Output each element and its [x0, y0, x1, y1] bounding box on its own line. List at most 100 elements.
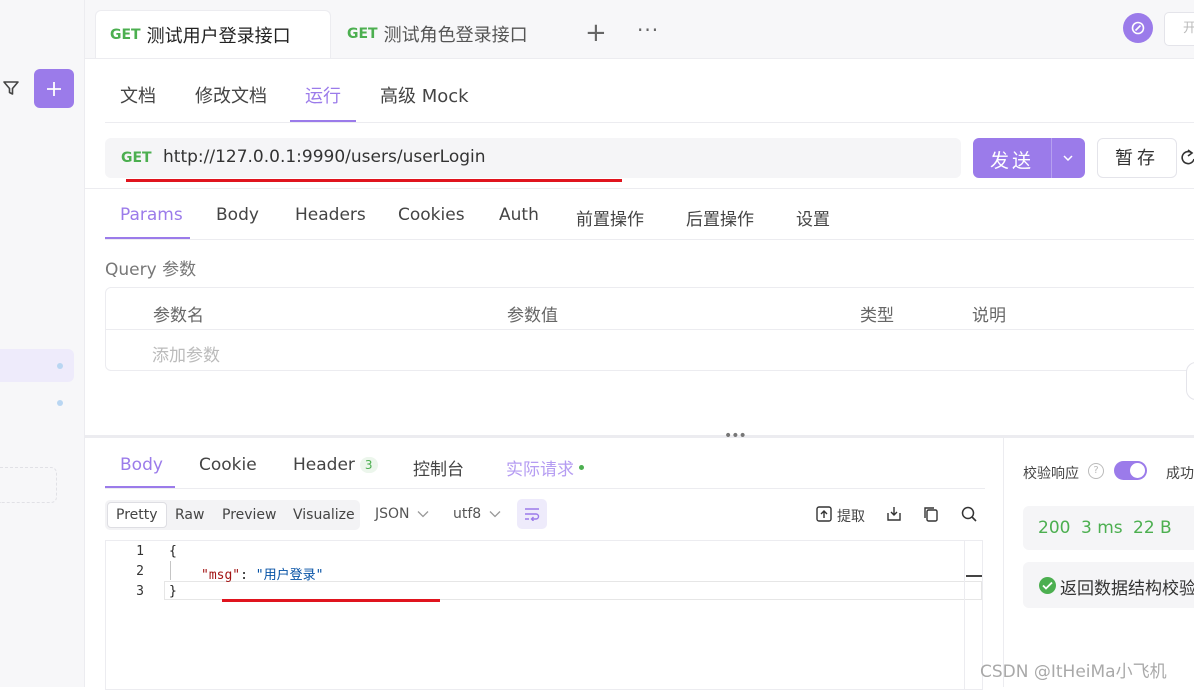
- header-count-badge: 3: [359, 457, 378, 473]
- tab-console[interactable]: 控制台: [413, 455, 464, 480]
- tab-settings[interactable]: 设置: [796, 205, 830, 230]
- response-time: 3 ms: [1081, 518, 1123, 538]
- tab-label: 实际请求: [506, 460, 574, 480]
- divider: [105, 239, 1194, 240]
- help-icon[interactable]: ?: [1088, 463, 1104, 479]
- tab-label: Cookie: [199, 455, 257, 475]
- divider: [105, 488, 985, 489]
- response-stats: 200 3 ms 22 B: [1023, 506, 1194, 550]
- json-value: "用户登录": [255, 568, 324, 583]
- search-icon[interactable]: [960, 505, 980, 525]
- line-number: 1: [136, 544, 144, 559]
- format-value: JSON: [375, 506, 410, 522]
- success-label: 成功: [1166, 466, 1194, 482]
- tab-edit-doc[interactable]: 修改文档: [195, 82, 267, 108]
- column-header: 类型: [860, 306, 894, 326]
- current-line-highlight: [164, 581, 982, 600]
- tab-auth[interactable]: Auth: [499, 205, 539, 225]
- tab-label: Header: [293, 455, 355, 475]
- url-bar[interactable]: GET http://127.0.0.1:9990/users/userLogi…: [105, 138, 961, 178]
- divider: [85, 188, 1194, 189]
- tab-params[interactable]: Params: [120, 205, 183, 225]
- check-circle-icon: [1039, 577, 1056, 594]
- tab-doc[interactable]: 文档: [120, 82, 156, 108]
- encoding-select[interactable]: utf8: [453, 506, 501, 522]
- column-header: 参数名: [153, 306, 204, 326]
- new-tab-button[interactable]: +: [585, 18, 607, 48]
- view-visualize-button[interactable]: Visualize: [285, 503, 363, 527]
- params-table: 参数名 参数值 类型 说明 添加参数: [105, 287, 1194, 371]
- copy-icon[interactable]: [922, 505, 942, 525]
- line-number: 2: [136, 564, 144, 579]
- code-line: {: [169, 544, 177, 559]
- tab-run[interactable]: 运行: [305, 82, 341, 108]
- tab-response-body[interactable]: Body: [120, 455, 163, 475]
- save-button[interactable]: 暂存: [1097, 138, 1177, 178]
- tab-label: Body: [120, 455, 163, 475]
- status-dot: [57, 400, 63, 406]
- tab-user-login[interactable]: GET 测试用户登录接口: [95, 10, 331, 58]
- format-select[interactable]: JSON: [375, 506, 429, 522]
- annotation-underline: [126, 179, 622, 182]
- side-panel-handle[interactable]: [1186, 362, 1194, 400]
- filter-icon[interactable]: [0, 70, 22, 106]
- tab-post-processors[interactable]: 后置操作: [686, 205, 754, 230]
- json-colon: :: [240, 568, 256, 583]
- view-pretty-button[interactable]: Pretty: [107, 502, 167, 528]
- tab-headers[interactable]: Headers: [295, 205, 366, 225]
- download-icon[interactable]: [885, 505, 905, 525]
- view-mode-group: Pretty Raw Preview Visualize: [105, 500, 360, 530]
- tab-label: 测试角色登录接口: [383, 25, 528, 46]
- schema-check-result: 返回数据结构校验: [1023, 562, 1194, 608]
- tab-response-cookie[interactable]: Cookie: [199, 455, 257, 475]
- status-code: 200: [1038, 518, 1071, 538]
- drag-handle-icon[interactable]: •••: [724, 428, 747, 444]
- response-editor[interactable]: 1 2 3 { "msg": "用户登录" }: [105, 540, 983, 690]
- chevron-down-icon: [489, 511, 501, 518]
- column-header: 说明: [972, 306, 1006, 326]
- encoding-value: utf8: [453, 506, 482, 522]
- annotation-underline: [222, 599, 440, 602]
- extract-button[interactable]: 提取: [837, 506, 865, 526]
- extract-icon[interactable]: [815, 505, 835, 525]
- send-label: 发送: [989, 150, 1034, 172]
- open-button[interactable]: 开: [1164, 12, 1194, 46]
- response-size: 22 B: [1133, 518, 1172, 538]
- reset-icon[interactable]: [1178, 145, 1194, 173]
- tab-response-header[interactable]: Header 3: [293, 455, 378, 475]
- chevron-down-icon[interactable]: [1051, 138, 1085, 178]
- view-raw-button[interactable]: Raw: [167, 503, 212, 527]
- toggle-knob: [1130, 463, 1145, 478]
- add-param-input[interactable]: 添加参数: [152, 341, 220, 366]
- column-header: 参数值: [507, 306, 558, 326]
- tab-body[interactable]: Body: [216, 205, 259, 225]
- validate-response-label: 校验响应: [1023, 466, 1079, 482]
- tab-role-login[interactable]: GET 测试角色登录接口: [347, 10, 573, 58]
- tab-pre-processors[interactable]: 前置操作: [576, 205, 644, 230]
- panel-splitter[interactable]: [85, 435, 1194, 438]
- sync-icon[interactable]: [1123, 13, 1153, 43]
- sidebar-placeholder[interactable]: [0, 467, 57, 503]
- indent-guide: [170, 561, 171, 580]
- wrap-lines-icon[interactable]: [517, 499, 547, 529]
- tab-cookies[interactable]: Cookies: [398, 205, 465, 225]
- divider: [106, 329, 1194, 330]
- tab-method: GET: [110, 26, 141, 43]
- url-input[interactable]: http://127.0.0.1:9990/users/userLogin: [163, 147, 486, 167]
- validate-toggle[interactable]: [1114, 461, 1147, 480]
- watermark: CSDN @ItHeiMa小飞机: [980, 662, 1167, 682]
- scroll-marker: [966, 575, 982, 577]
- schema-check-text: 返回数据结构校验: [1060, 579, 1194, 599]
- more-tabs-button[interactable]: ···: [637, 18, 659, 42]
- line-number: 3: [136, 584, 144, 599]
- view-preview-button[interactable]: Preview: [214, 503, 285, 527]
- send-button[interactable]: 发送: [973, 138, 1085, 178]
- status-dot: [579, 465, 584, 470]
- add-item-button[interactable]: [34, 69, 74, 108]
- json-key: "msg": [201, 568, 241, 583]
- sidebar-item-selected[interactable]: [0, 349, 74, 382]
- tab-bar: GET 测试用户登录接口 GET 测试角色登录接口 + ···: [85, 0, 1194, 59]
- tab-advanced-mock[interactable]: 高级 Mock: [380, 82, 469, 108]
- tab-actual-request[interactable]: 实际请求: [506, 455, 584, 480]
- method-selector[interactable]: GET: [121, 150, 152, 166]
